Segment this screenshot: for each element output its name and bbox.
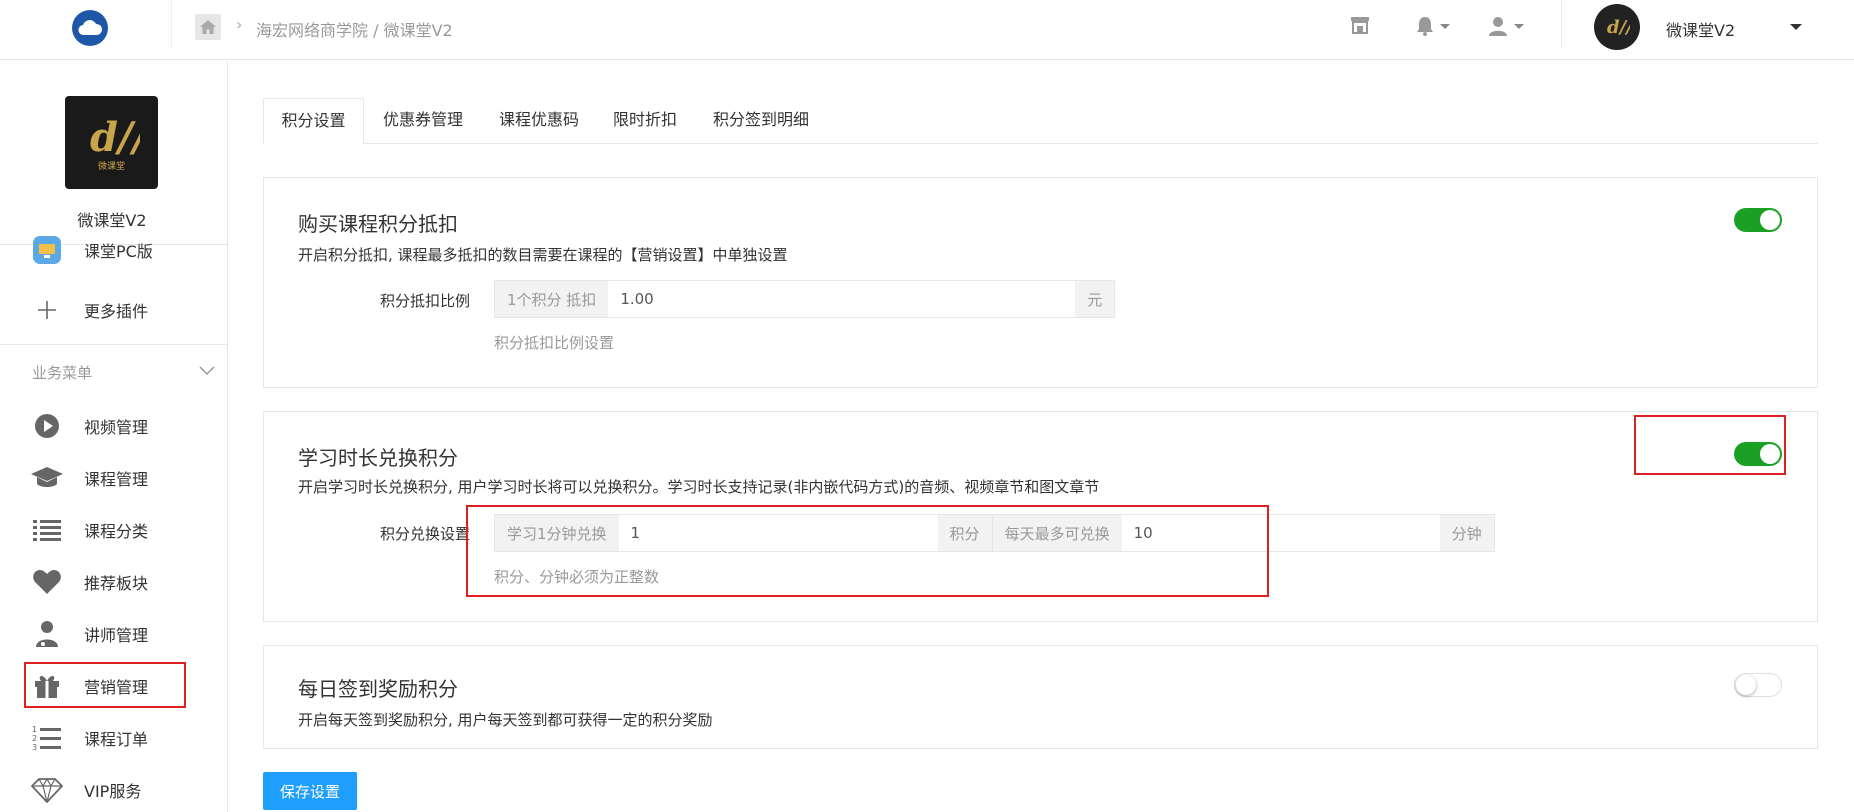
chevron-down-icon[interactable] xyxy=(199,361,215,380)
user-name[interactable]: 微课堂V2 xyxy=(1666,17,1735,41)
input-suffix: 元 xyxy=(1075,281,1115,317)
highlight-box xyxy=(1634,415,1786,475)
svg-text:d//: d// xyxy=(90,114,140,157)
tab-bar: 积分设置 优惠券管理 课程优惠码 限时折扣 积分签到明细 xyxy=(263,98,1818,144)
sidebar-item-vip[interactable]: VIP服务 xyxy=(30,772,141,808)
chevron-down-icon xyxy=(1514,23,1524,29)
shop-logo-text: 微课堂 xyxy=(97,162,125,172)
tab-coupons[interactable]: 优惠券管理 xyxy=(371,98,475,144)
teacher-icon xyxy=(30,619,64,649)
section-title: 业务菜单 xyxy=(32,364,93,382)
deduct-toggle[interactable] xyxy=(1734,208,1782,232)
sidebar-item-label: 视频管理 xyxy=(84,418,149,437)
divider xyxy=(0,344,227,345)
sidebar-item-label: 课堂PC版 xyxy=(84,242,153,261)
tab-course-codes[interactable]: 课程优惠码 xyxy=(489,98,589,144)
tab-points-settings[interactable]: 积分设置 xyxy=(263,98,364,144)
breadcrumb[interactable]: 海宏网络商学院 / 微课堂V2 xyxy=(256,17,453,41)
save-button[interactable]: 保存设置 xyxy=(263,772,357,810)
chevron-right-icon: › xyxy=(236,15,243,34)
sidebar-item-label: 更多插件 xyxy=(84,302,149,321)
help-text: 积分抵扣比例设置 xyxy=(494,334,615,352)
panel-title: 购买课程积分抵扣 xyxy=(298,212,458,236)
diamond-icon xyxy=(30,775,64,805)
sidebar-item-label: VIP服务 xyxy=(84,782,142,801)
input-suffix: 分钟 xyxy=(1439,515,1494,551)
heart-icon xyxy=(30,567,64,597)
sidebar-item-video[interactable]: 视频管理 xyxy=(30,408,148,444)
sidebar-item-label: 推荐板块 xyxy=(84,574,149,593)
sidebar-item-label: 课程订单 xyxy=(84,730,149,749)
tab-signin-details[interactable]: 积分签到明细 xyxy=(701,98,821,144)
divider xyxy=(1561,0,1562,48)
svg-text:d//: d// xyxy=(1607,17,1630,38)
list-icon xyxy=(30,515,64,545)
sidebar-item-recommend[interactable]: 推荐板块 xyxy=(30,564,148,600)
panel-description: 开启每天签到奖励积分, 用户每天签到都可获得一定的积分奖励 xyxy=(298,711,713,729)
svg-text:2: 2 xyxy=(32,734,37,743)
panel-points-deduction: 购买课程积分抵扣 开启积分抵扣, 课程最多抵扣的数目需要在课程的【营销设置】中单… xyxy=(263,177,1818,388)
panel-title: 每日签到奖励积分 xyxy=(298,677,458,701)
ordered-list-icon: 123 xyxy=(30,723,64,753)
sidebar-item-more-plugins[interactable]: 更多插件 xyxy=(30,292,148,328)
sidebar-item-course[interactable]: 课程管理 xyxy=(30,460,148,496)
panel-description: 开启积分抵扣, 课程最多抵扣的数目需要在课程的【营销设置】中单独设置 xyxy=(298,246,788,264)
deduct-ratio-group: 1个积分 抵扣 元 xyxy=(494,280,1116,318)
panel-description: 开启学习时长兑换积分, 用户学习时长将可以兑换积分。学习时长支持记录(非内嵌代码… xyxy=(298,478,1100,496)
store-icon[interactable] xyxy=(1350,16,1370,34)
toggle-knob xyxy=(1736,675,1756,695)
sidebar-item-teacher[interactable]: 讲师管理 xyxy=(30,616,148,652)
sidebar-item-category[interactable]: 课程分类 xyxy=(30,512,148,548)
signin-toggle[interactable] xyxy=(1734,673,1782,697)
highlight-box xyxy=(24,662,186,708)
sidebar-item-orders[interactable]: 123 课程订单 xyxy=(30,720,148,756)
sidebar-item-label: 课程管理 xyxy=(84,470,149,489)
desktop-icon xyxy=(30,235,64,265)
divider xyxy=(171,0,172,48)
avatar[interactable]: d// xyxy=(1594,4,1640,50)
toggle-knob xyxy=(1760,210,1780,230)
sidebar-item-pc[interactable]: 课堂PC版 xyxy=(30,232,153,268)
tab-flash-discount[interactable]: 限时折扣 xyxy=(603,98,687,144)
cloud-logo-icon[interactable] xyxy=(72,10,108,46)
panel-daily-signin: 每日签到奖励积分 开启每天签到奖励积分, 用户每天签到都可获得一定的积分奖励 xyxy=(263,645,1818,749)
play-icon xyxy=(30,411,64,441)
svg-text:3: 3 xyxy=(32,743,37,752)
shop-name: 微课堂V2 xyxy=(77,211,147,230)
field-label: 积分兑换设置 xyxy=(380,525,471,543)
highlight-box xyxy=(466,505,1269,597)
deduct-ratio-input[interactable] xyxy=(608,281,1076,317)
svg-text:1: 1 xyxy=(32,725,37,734)
panel-title: 学习时长兑换积分 xyxy=(298,446,458,470)
plus-icon xyxy=(30,295,64,325)
chevron-down-icon xyxy=(1440,23,1450,29)
bell-icon[interactable] xyxy=(1416,16,1450,36)
home-icon[interactable] xyxy=(195,14,221,40)
chevron-down-icon[interactable] xyxy=(1790,24,1802,30)
user-icon[interactable] xyxy=(1488,16,1524,36)
input-prefix: 1个积分 抵扣 xyxy=(495,281,609,317)
top-bar: › 海宏网络商学院 / 微课堂V2 d// 微课堂V2 xyxy=(0,0,1854,60)
shop-logo: d// 微课堂 xyxy=(65,96,158,189)
sidebar-item-label: 课程分类 xyxy=(84,522,149,541)
graduation-cap-icon xyxy=(30,463,64,493)
field-label: 积分抵扣比例 xyxy=(380,292,471,310)
sidebar-item-label: 讲师管理 xyxy=(84,626,149,645)
